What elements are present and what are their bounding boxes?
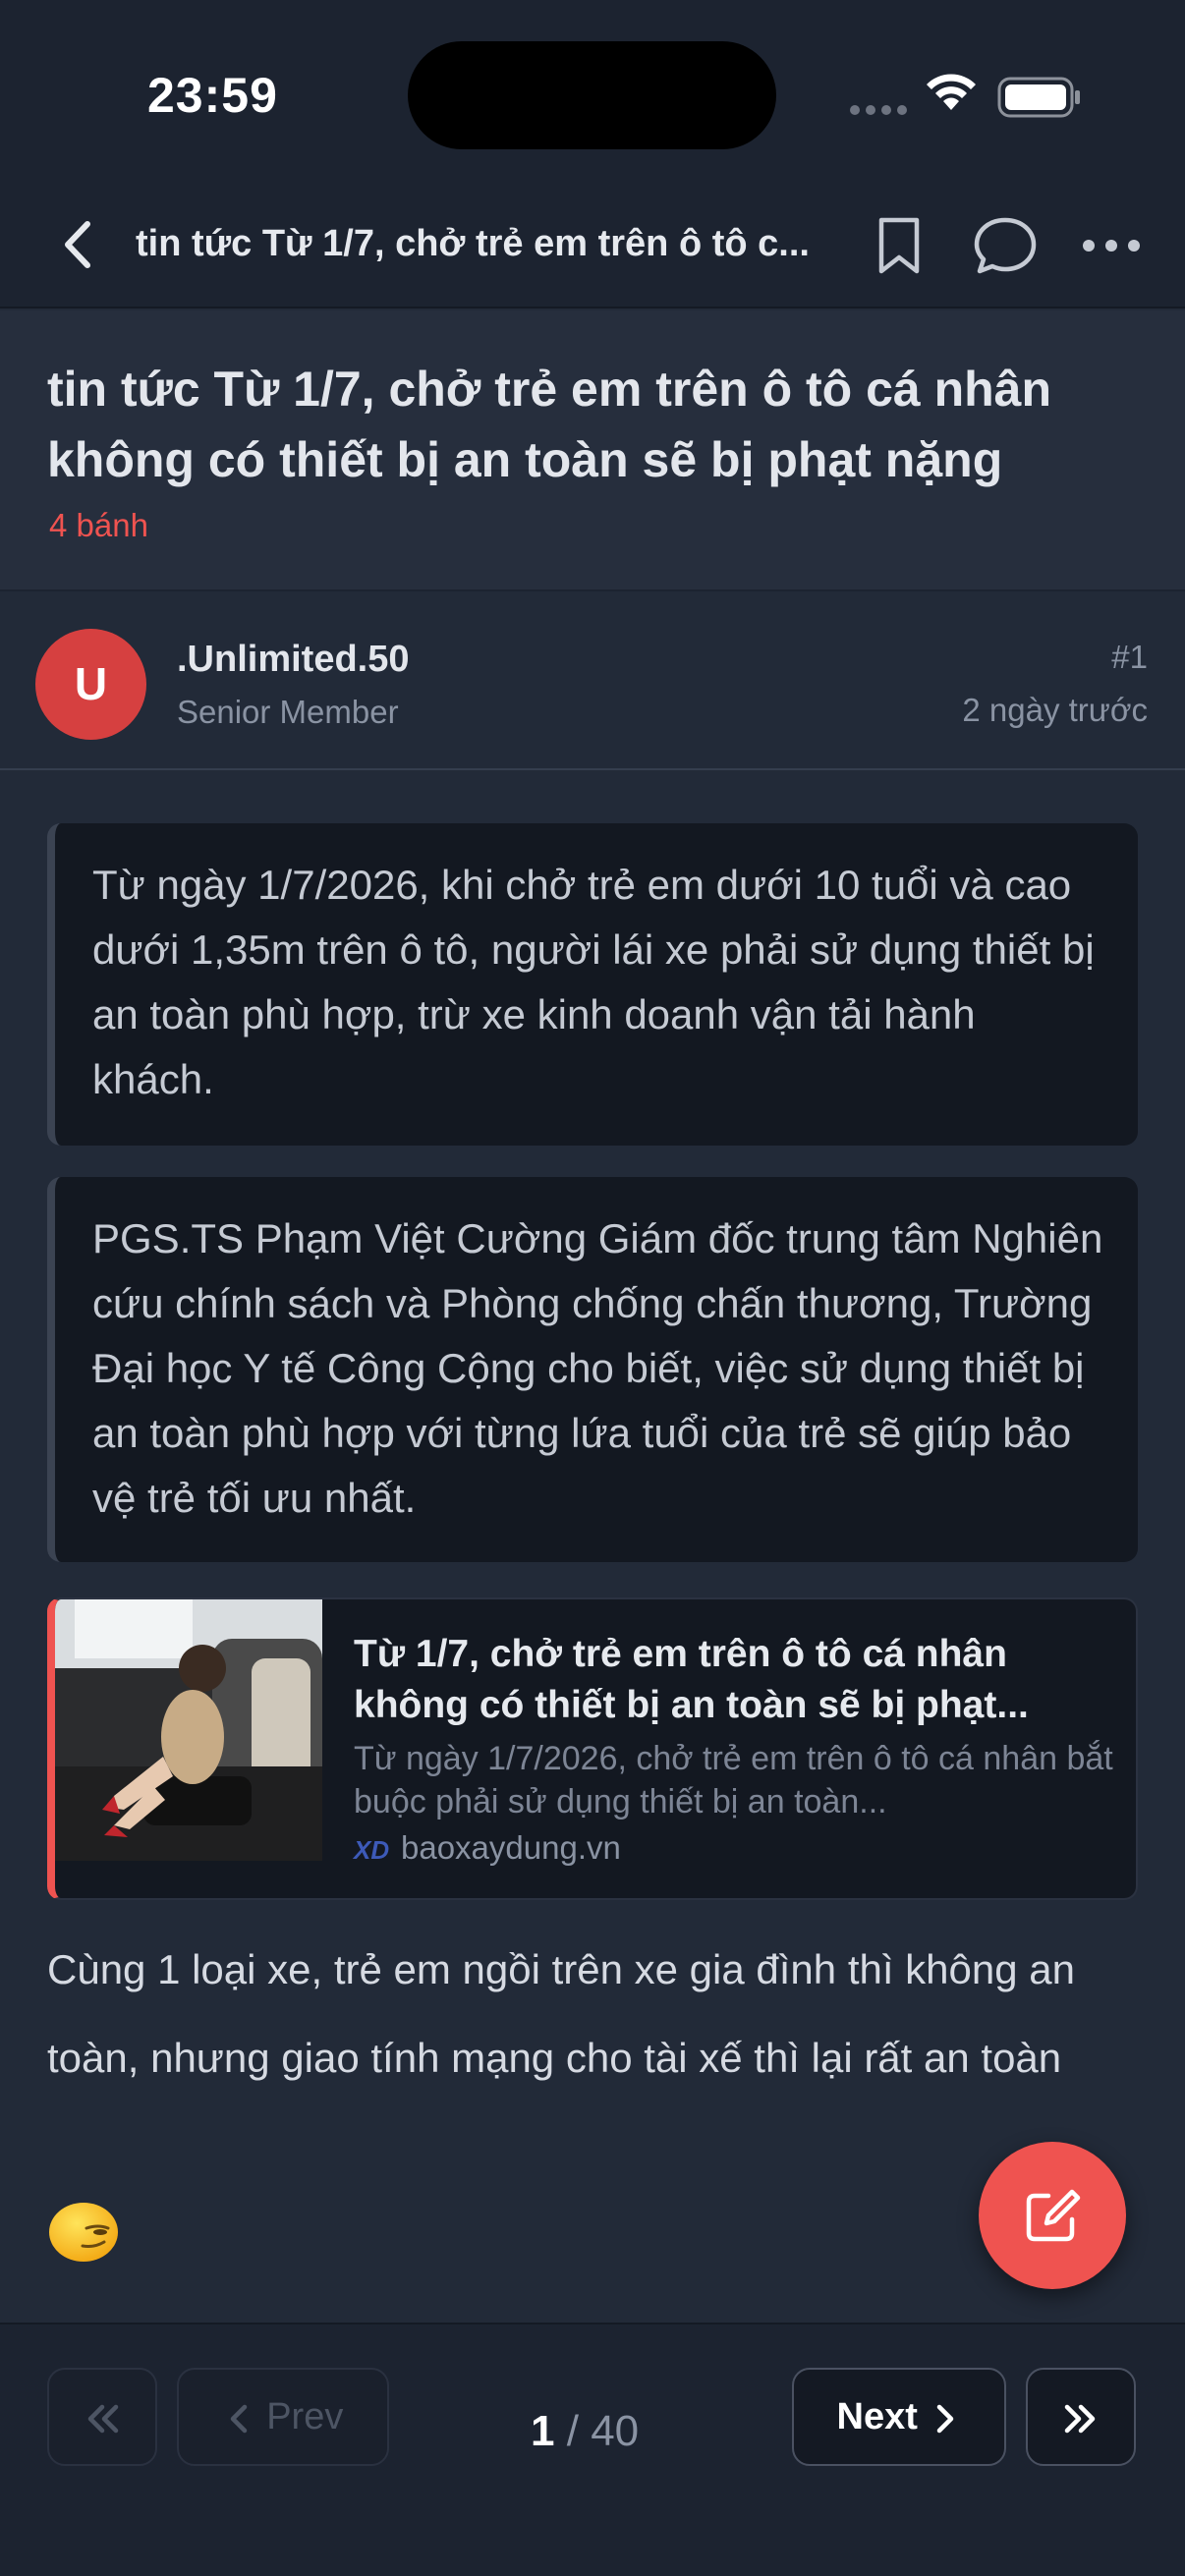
more-options-icon[interactable] xyxy=(1079,208,1144,283)
back-chevron-icon[interactable] xyxy=(54,210,103,279)
post-time: 2 ngày trước xyxy=(962,692,1148,728)
page-separator: / xyxy=(566,2407,579,2455)
total-pages: 40 xyxy=(591,2407,640,2455)
quote-block: Từ ngày 1/7/2026, khi chở trẻ em dưới 10… xyxy=(47,823,1138,1146)
compose-icon xyxy=(1026,2189,1081,2242)
thread-tag[interactable]: 4 bánh xyxy=(49,507,148,544)
chevron-left-icon xyxy=(230,2404,247,2434)
thread-header: tin tức Từ 1/7, chở trẻ em trên ô tô cá … xyxy=(0,310,1185,591)
bookmark-icon[interactable] xyxy=(870,208,929,283)
link-thumbnail-image xyxy=(55,1599,322,1861)
chat-bubble-icon[interactable] xyxy=(971,208,1040,283)
author-role: Senior Member xyxy=(177,694,399,730)
pagination-bar: Prev 1 / 40 Next xyxy=(0,2323,1185,2576)
last-page-button[interactable] xyxy=(1026,2368,1136,2466)
link-card-description: Từ ngày 1/7/2026, chở trẻ em trên ô tô c… xyxy=(354,1740,1113,1820)
battery-icon xyxy=(997,77,1080,118)
source-logo-icon: XD xyxy=(354,1835,390,1865)
nav-bar: tin tức Từ 1/7, chở trẻ em trên ô tô c..… xyxy=(0,183,1185,308)
post-number[interactable]: #1 xyxy=(1111,639,1148,676)
post-body-text: Cùng 1 loại xe, trẻ em ngồi trên xe gia … xyxy=(47,1946,1076,2081)
status-time: 23:59 xyxy=(147,68,278,123)
double-chevron-left-icon xyxy=(87,2404,119,2434)
avatar[interactable]: U xyxy=(35,629,146,740)
link-card-title[interactable]: Từ 1/7, chở trẻ em trên ô tô cá nhân khô… xyxy=(354,1629,1120,1731)
cellular-signal-icon xyxy=(850,102,913,120)
page-indicator[interactable]: 1 / 40 xyxy=(531,2407,639,2456)
quote-block: PGS.TS Phạm Việt Cường Giám đốc trung tâ… xyxy=(47,1177,1138,1562)
double-chevron-right-icon xyxy=(1064,2404,1096,2434)
first-page-button[interactable] xyxy=(47,2368,157,2466)
next-page-button[interactable]: Next xyxy=(792,2368,1006,2466)
smirk-face-icon xyxy=(49,2203,118,2262)
next-label: Next xyxy=(836,2396,918,2437)
author-name[interactable]: .Unlimited.50 xyxy=(177,639,410,681)
post-author-row: U .Unlimited.50 Senior Member #1 2 ngày … xyxy=(0,593,1185,770)
current-page: 1 xyxy=(531,2407,555,2455)
status-bar: 23:59 xyxy=(0,0,1185,183)
thread-title: tin tức Từ 1/7, chở trẻ em trên ô tô cá … xyxy=(47,362,1052,487)
link-preview-card[interactable]: Từ 1/7, chở trẻ em trên ô tô cá nhân khô… xyxy=(47,1597,1138,1900)
compose-button[interactable] xyxy=(979,2142,1126,2289)
nav-title: tin tức Từ 1/7, chở trẻ em trên ô tô c..… xyxy=(136,223,810,264)
chevron-right-icon xyxy=(937,2404,954,2434)
prev-page-button[interactable]: Prev xyxy=(177,2368,389,2466)
link-card-source: baoxaydung.vn xyxy=(401,1829,621,1866)
wifi-icon xyxy=(927,74,976,110)
dynamic-island xyxy=(408,41,776,149)
prev-label: Prev xyxy=(266,2396,344,2437)
